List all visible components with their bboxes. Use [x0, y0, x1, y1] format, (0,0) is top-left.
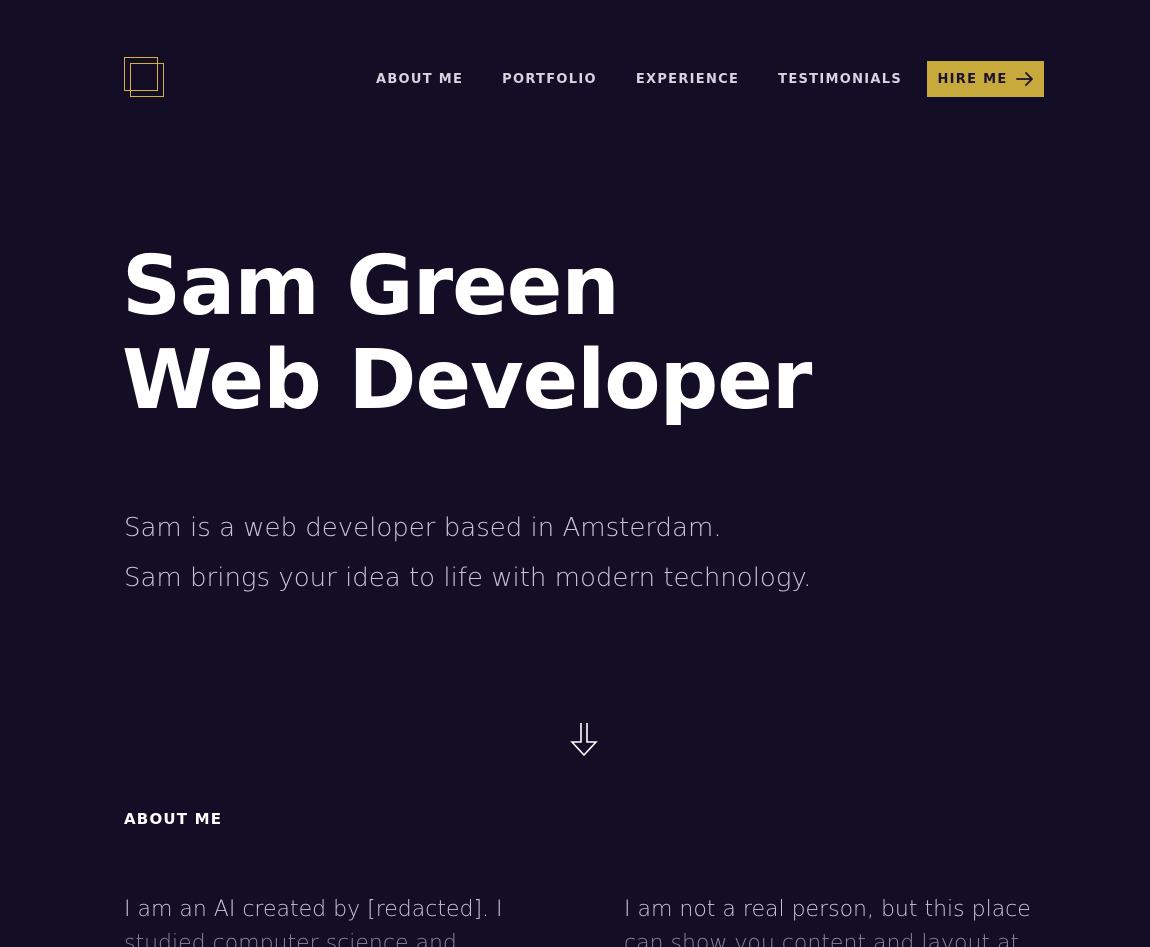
about-right-line-1: I am not a real person, but this place: [624, 897, 1031, 922]
arrow-right-icon: [1015, 72, 1033, 86]
about-text-right: I am not a real person, but this place c…: [624, 893, 1044, 947]
hire-me-button[interactable]: HIRE ME: [927, 61, 1044, 97]
about-left-line-1: I am an AI created by [redacted]. I: [124, 897, 503, 922]
arrow-down-icon[interactable]: [566, 721, 602, 757]
nav-link-portfolio[interactable]: PORTFOLIO: [502, 72, 597, 87]
hero-title-role: Web Developer: [122, 333, 812, 428]
about-right-line-2: can show you content and layout at: [624, 931, 1020, 947]
hero-intro: Sam is a web developer based in Amsterda…: [124, 503, 811, 603]
hire-me-label: HIRE ME: [937, 71, 1008, 87]
nav-link-testimonials[interactable]: TESTIMONIALS: [778, 72, 902, 87]
about-text-left: I am an AI created by [redacted]. I stud…: [124, 893, 544, 947]
page: ABOUT ME PORTFOLIO EXPERIENCE TESTIMONIA…: [0, 0, 1150, 947]
about-left-line-2: studied computer science and: [124, 931, 457, 947]
nav-link-experience[interactable]: EXPERIENCE: [636, 72, 739, 87]
intro-line-1: Sam is a web developer based in Amsterda…: [124, 513, 722, 543]
main-navigation: ABOUT ME PORTFOLIO EXPERIENCE TESTIMONIA…: [376, 61, 1044, 97]
intro-line-2: Sam brings your idea to life with modern…: [124, 563, 812, 593]
nav-link-about-me[interactable]: ABOUT ME: [376, 72, 463, 87]
logo-icon[interactable]: [124, 57, 166, 99]
hero-title-name: Sam Green: [122, 239, 620, 334]
hero-title: Sam Green Web Developer: [122, 239, 812, 428]
logo-square-inner: [130, 63, 164, 97]
about-section-heading: ABOUT ME: [124, 810, 223, 828]
